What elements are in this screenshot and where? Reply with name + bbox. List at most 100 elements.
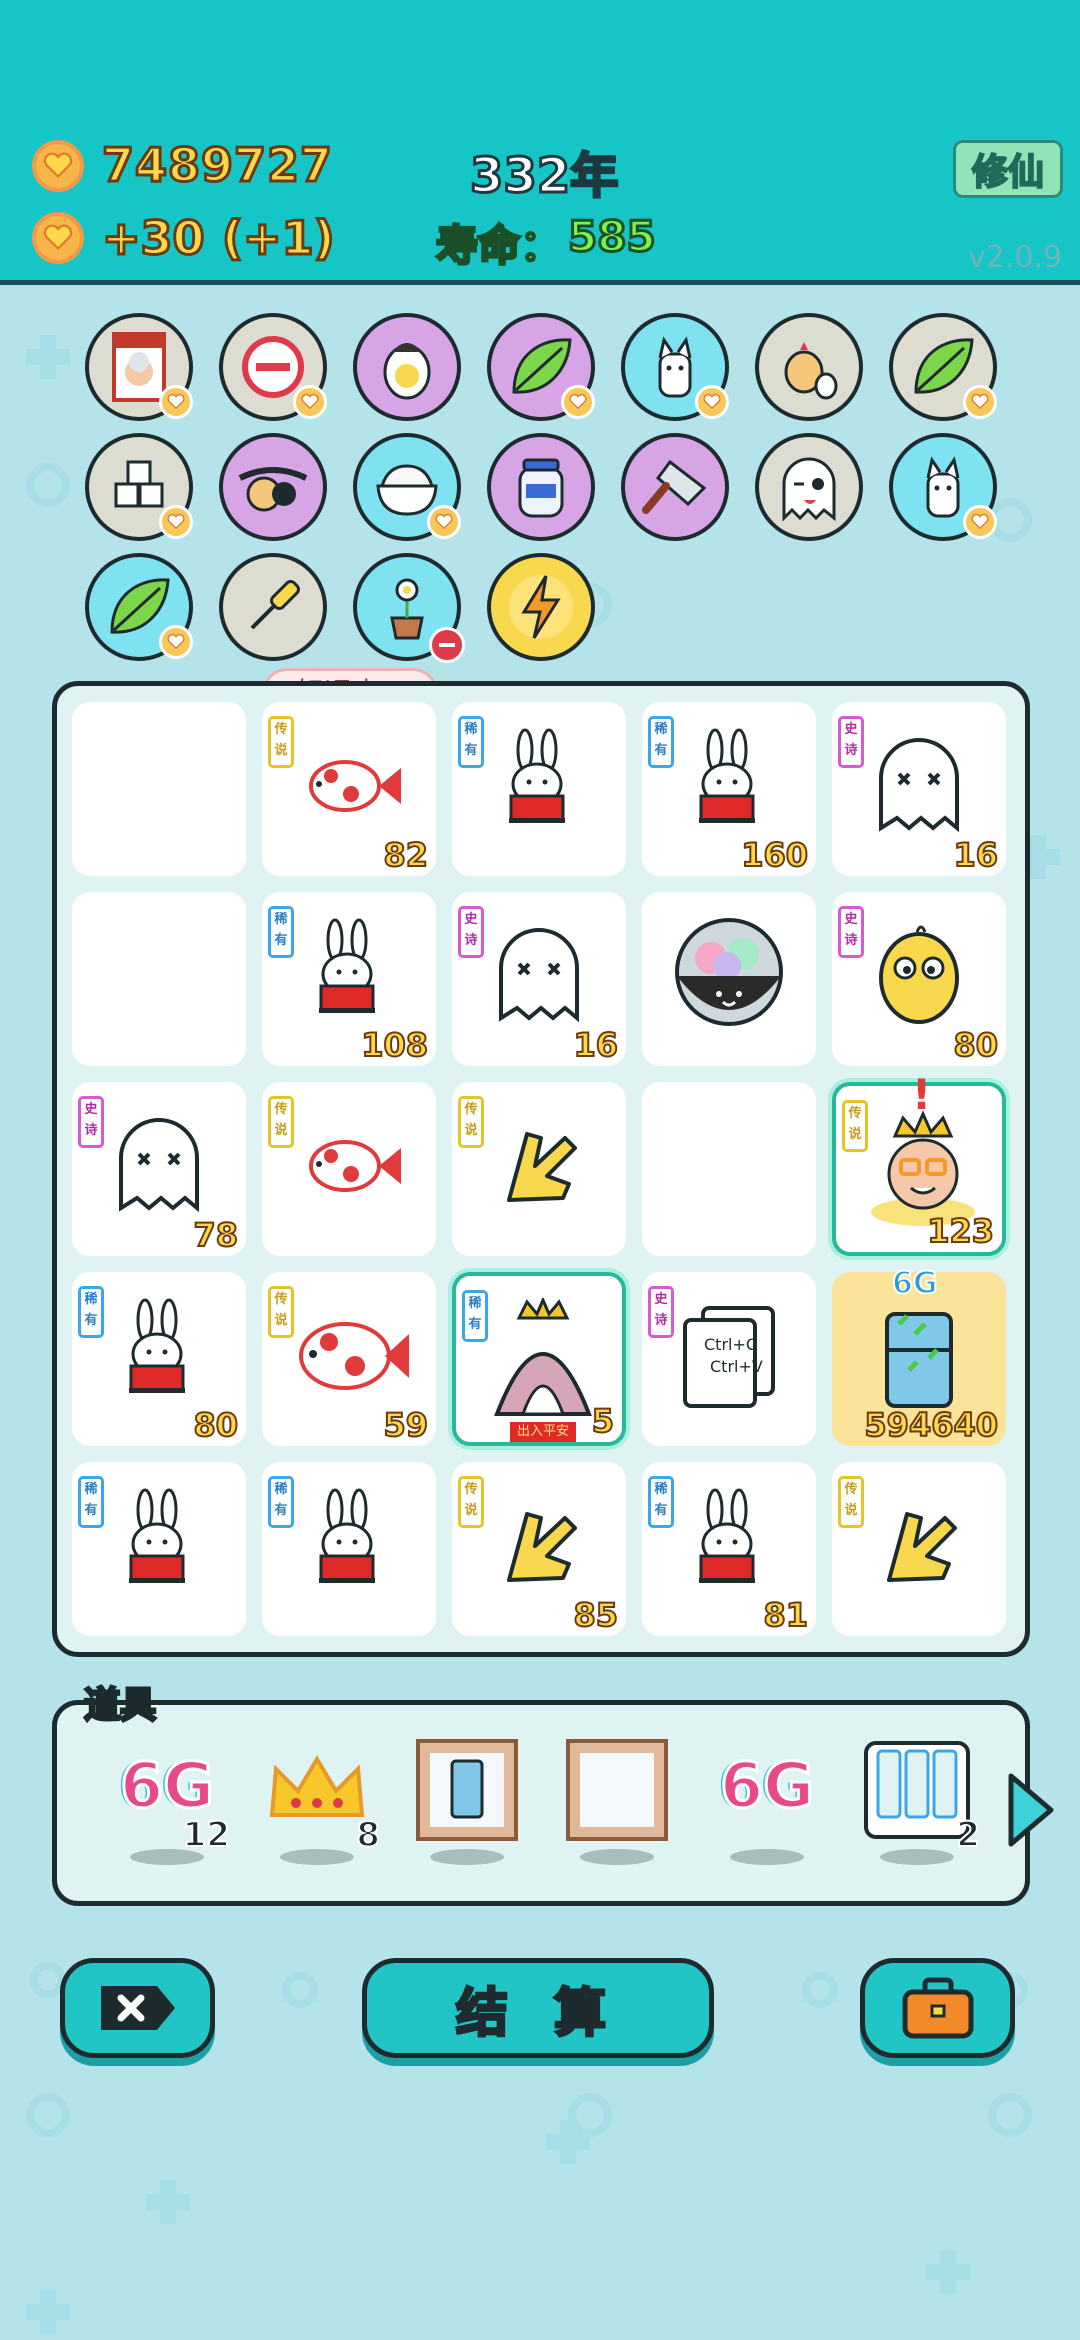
skill-leaf-icon[interactable] — [889, 313, 997, 421]
board-cell[interactable]: 传说 — [452, 1082, 626, 1256]
board-cell[interactable]: 出入平安 稀有 5 — [452, 1272, 626, 1446]
skill-time-magazine-icon[interactable] — [85, 313, 193, 421]
skill-chicken-egg-icon[interactable] — [755, 313, 863, 421]
cleaver-icon — [642, 459, 707, 514]
rarity-tag-legend: 传说 — [838, 1476, 864, 1528]
skill-flower-pot-icon[interactable] — [353, 553, 465, 663]
rarity-tag-legend: 传说 — [842, 1100, 868, 1152]
rarity-tag-rare: 稀有 — [268, 906, 294, 958]
board-cell[interactable]: 传说 — [832, 1462, 1006, 1636]
skill-sugar-cubes-icon[interactable] — [85, 433, 193, 541]
big-fish-icon — [299, 1322, 409, 1390]
prop-6g[interactable]: 6G 12 — [112, 1735, 231, 1875]
ghost-icon — [879, 738, 959, 833]
prop-count: 8 — [355, 1814, 381, 1856]
board-cell[interactable]: 史诗 16 — [452, 892, 626, 1066]
prop-shadow — [430, 1849, 504, 1865]
rarity-tag-epic: 史诗 — [838, 716, 864, 768]
item-count: 80 — [192, 1405, 239, 1445]
item-count: 85 — [572, 1595, 619, 1635]
prop-rarity-cards[interactable]: 2 — [862, 1735, 981, 1875]
item-count: 16 — [572, 1025, 619, 1065]
board-cell[interactable]: 史诗 80 — [832, 892, 1006, 1066]
board-cell-empty[interactable] — [642, 1082, 816, 1256]
6g-icon: 6G — [718, 1748, 815, 1824]
board-cell[interactable]: 史诗 16 — [832, 702, 1006, 876]
skill-leaf-icon[interactable] — [487, 313, 595, 421]
skill-eyepatch-icon[interactable] — [219, 433, 327, 541]
backpack-button[interactable] — [860, 1958, 1015, 2058]
yellow-hand-icon — [887, 1512, 957, 1582]
skill-winking-ghost-icon[interactable] — [755, 433, 863, 541]
prop-6g[interactable]: 6G — [712, 1735, 822, 1875]
rarity-tag-legend: 传说 — [458, 1096, 484, 1148]
paste-text: Ctrl+V — [710, 1357, 763, 1376]
prop-fridge-frame[interactable] — [412, 1735, 522, 1875]
board-cell[interactable] — [642, 892, 816, 1066]
board-cell[interactable]: 稀有 160 — [642, 702, 816, 876]
rarity-tag-rare: 稀有 — [78, 1286, 104, 1338]
prop-shadow — [880, 1849, 954, 1865]
rarity-tag-epic: 史诗 — [648, 1286, 674, 1338]
skill-leaf-icon[interactable] — [85, 553, 193, 661]
board-cell[interactable]: Ctrl+C Ctrl+V 史诗 — [642, 1272, 816, 1446]
ghost-icon — [119, 1118, 199, 1213]
board-cell-empty[interactable] — [72, 892, 246, 1066]
cell-6g-label: 6G — [891, 1265, 938, 1302]
board-cell[interactable]: 传说 85 — [452, 1462, 626, 1636]
board-cell[interactable]: 稀有 — [452, 702, 626, 876]
skill-husky-dog-icon[interactable] — [889, 433, 997, 541]
board-cell[interactable]: 稀有 — [262, 1462, 436, 1636]
tent-banner: 出入平安 — [510, 1422, 576, 1442]
item-count: 59 — [382, 1405, 429, 1445]
prop-shadow — [580, 1849, 654, 1865]
skill-egg-icon[interactable] — [353, 313, 461, 421]
item-count: 81 — [762, 1595, 809, 1635]
board-cell[interactable]: 传说 — [262, 1082, 436, 1256]
skill-cleaver-icon[interactable] — [621, 433, 729, 541]
skill-husky-dog-icon[interactable] — [621, 313, 729, 421]
board-cell[interactable]: 史诗 78 — [72, 1082, 246, 1256]
heart-badge-icon — [427, 505, 461, 539]
props-panel: 6G 12 8 6G 2 — [52, 1700, 1030, 1906]
heart-badge-icon — [561, 385, 595, 419]
prop-crown[interactable]: 8 — [262, 1735, 381, 1875]
prop-count: 12 — [182, 1814, 231, 1856]
cancel-button[interactable] — [60, 1958, 215, 2058]
prop-shadow — [280, 1849, 354, 1865]
tent-icon — [494, 1298, 592, 1416]
board-cell-empty[interactable] — [72, 702, 246, 876]
item-count: 16 — [952, 835, 999, 875]
fridge-frame-icon — [416, 1739, 518, 1841]
rarity-tag-rare: 稀有 — [78, 1476, 104, 1528]
skill-rice-bowl-icon[interactable] — [353, 433, 461, 541]
skill-screwdriver-icon[interactable] — [219, 553, 327, 661]
board-cell[interactable]: 稀有 108 — [262, 892, 436, 1066]
rarity-tag-legend: 传说 — [268, 716, 294, 768]
item-count: 123 — [926, 1211, 995, 1251]
item-count: 160 — [740, 835, 809, 875]
skill-jar-icon[interactable] — [487, 433, 595, 541]
skill-lightning-icon[interactable] — [487, 553, 595, 661]
copy-paste-text: Ctrl+C Ctrl+V — [704, 1334, 763, 1378]
briefcase-icon — [902, 1977, 973, 2039]
rarity-tag-rare: 稀有 — [268, 1476, 294, 1528]
settle-label: 结 算 — [454, 1982, 621, 2045]
skill-no-entry-icon[interactable] — [219, 313, 327, 421]
rarity-tag-rare: 稀有 — [462, 1290, 488, 1342]
next-arrow-icon[interactable] — [1005, 1770, 1057, 1850]
board-cell[interactable]: 传说 59 — [262, 1272, 436, 1446]
board-cell[interactable]: 6G 594640 — [832, 1265, 1006, 1446]
board-cell[interactable]: 稀有 — [72, 1462, 246, 1636]
board-cell[interactable]: 稀有 80 — [72, 1272, 246, 1446]
eyepatch-icon — [238, 467, 308, 512]
rabbit-icon — [129, 1488, 185, 1583]
settle-button[interactable]: 结 算 — [362, 1958, 714, 2058]
board-cell[interactable]: 稀有 81 — [642, 1462, 816, 1636]
rarity-tag-rare: 稀有 — [458, 716, 484, 768]
rarity-tag-rare: 稀有 — [648, 716, 674, 768]
prop-empty-frame[interactable] — [562, 1735, 672, 1875]
board-cell[interactable]: 传说 82 — [262, 702, 436, 876]
item-count: 78 — [192, 1215, 239, 1255]
props-title: 道具 — [82, 1684, 157, 1728]
